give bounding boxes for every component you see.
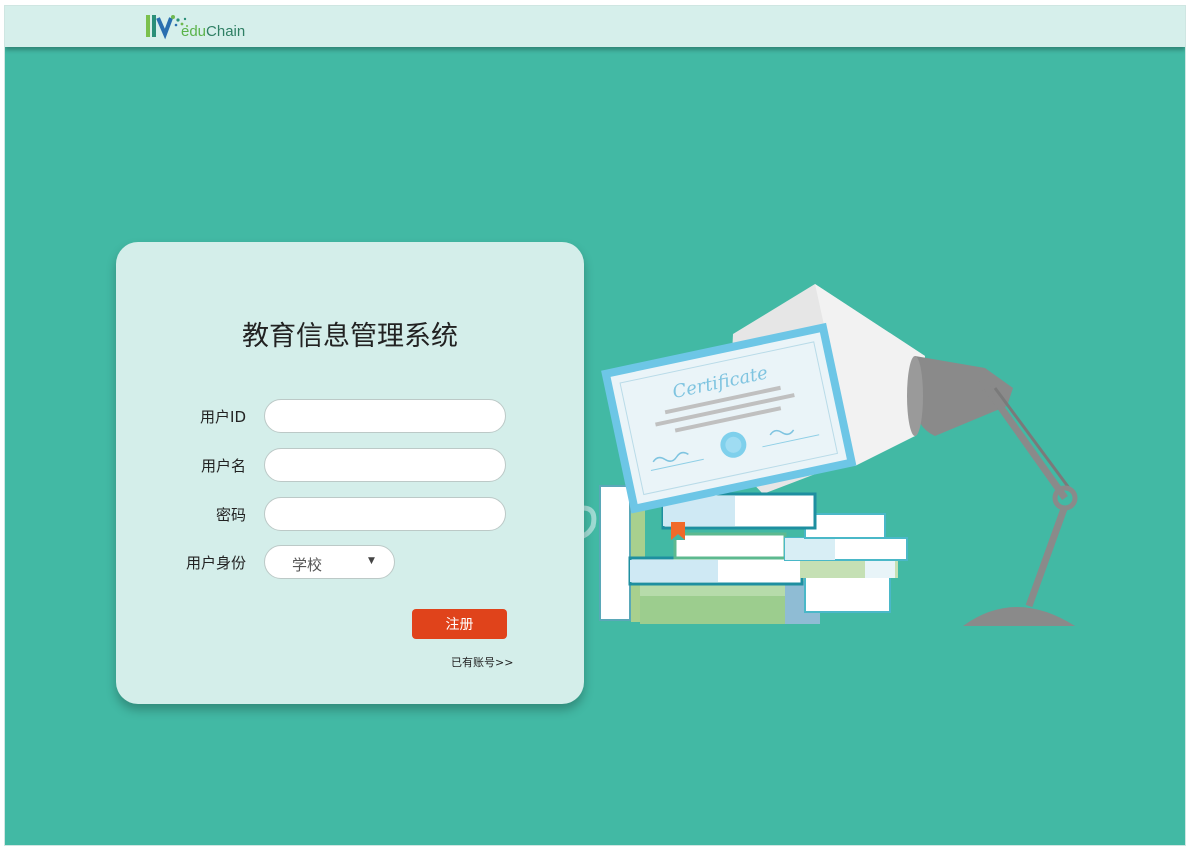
username-field[interactable]	[264, 448, 506, 482]
brand-suffix: Chain	[206, 23, 246, 40]
desk-lamp-illustration: Certificate	[501, 284, 1078, 626]
certificate-icon: Certificate	[601, 322, 857, 514]
header-bar: eduChain	[5, 6, 1185, 47]
lamp-icon	[907, 356, 1078, 626]
brand-name: eduChain	[181, 23, 245, 40]
user-role-select[interactable]: 学校 ▼	[264, 545, 395, 579]
bookmark-icon	[671, 522, 685, 540]
password-label: 密码	[215, 506, 246, 524]
page: eduChain 教育信息管理系统 用户ID 用户名 密码 用户身份 学校 ▼ …	[4, 5, 1186, 846]
password-field[interactable]	[264, 497, 506, 531]
user-id-label: 用户ID	[200, 408, 246, 426]
user-role-label: 用户身份	[185, 554, 246, 572]
user-id-field[interactable]	[264, 399, 506, 433]
username-label: 用户名	[200, 457, 246, 475]
chevron-down-icon: ▼	[368, 556, 375, 566]
user-role-value: 学校	[292, 556, 323, 574]
brand-prefix: edu	[181, 23, 207, 40]
register-card: 教育信息管理系统 用户ID 用户名 密码 用户身份 学校 ▼ 注册 已有账号>>	[116, 242, 584, 704]
register-button[interactable]: 注册	[412, 609, 507, 639]
page-title: 教育信息管理系统	[242, 321, 458, 352]
login-link[interactable]: 已有账号>>	[451, 654, 513, 670]
